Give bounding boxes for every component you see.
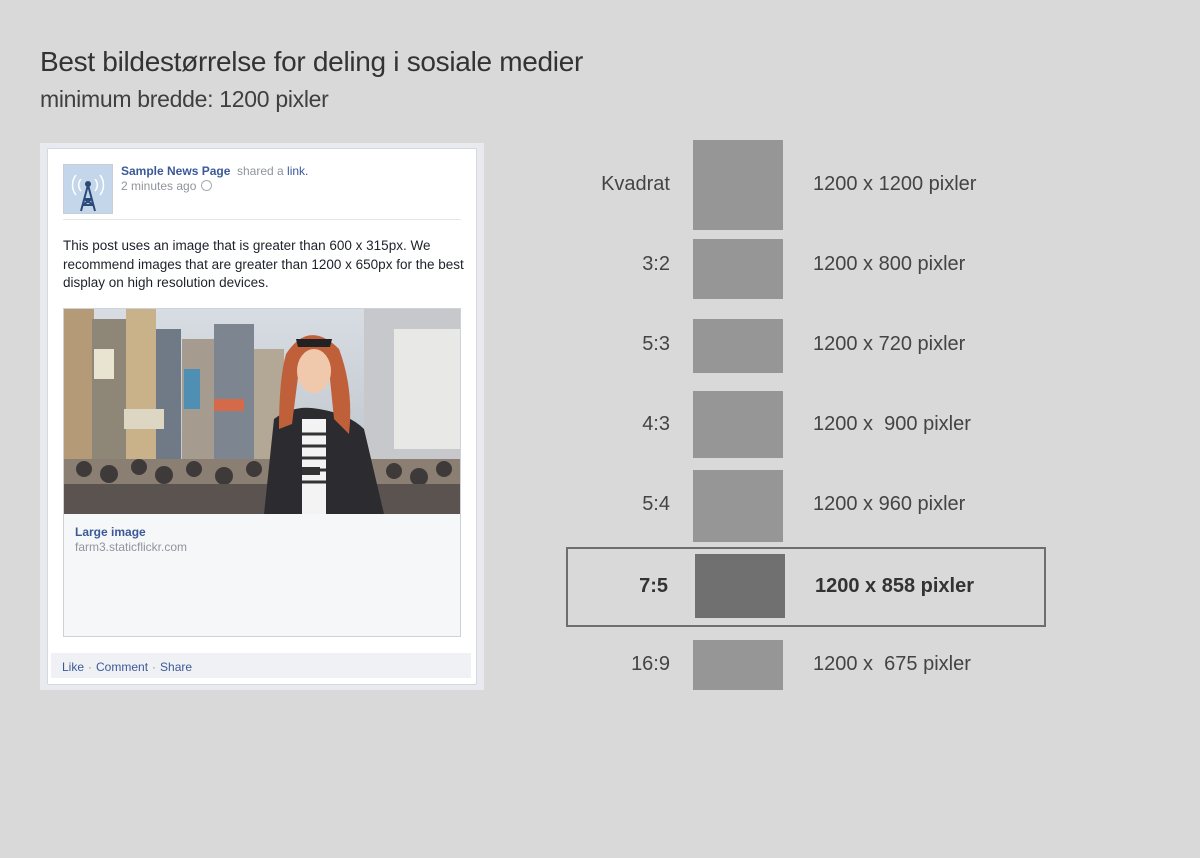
ratio-box <box>693 640 783 690</box>
ratio-row-7-5: 7:5 1200 x 858 pixler <box>566 547 1046 627</box>
attachment-title[interactable]: Large image <box>75 525 146 539</box>
facebook-post-preview: Sample News Page shared a link. 2 minute… <box>40 143 484 690</box>
size-label: 1200 x 960 pixler <box>813 493 966 515</box>
share-link[interactable]: Share <box>160 660 192 674</box>
ratio-label: 7:5 <box>639 575 668 597</box>
ratio-label: 16:9 <box>631 653 670 675</box>
ratio-box <box>693 319 783 373</box>
link-attachment[interactable]: Large image farm3.staticflickr.com <box>63 308 461 637</box>
comment-link[interactable]: Comment <box>96 660 148 674</box>
ratio-box <box>693 140 783 230</box>
ratio-row-5-3: 5:3 1200 x 720 pixler <box>566 305 1046 385</box>
divider <box>63 219 461 220</box>
post-body: This post uses an image that is greater … <box>63 238 464 290</box>
shared-text: shared a link. <box>237 164 308 178</box>
size-label: 1200 x 1200 pixler <box>813 173 977 195</box>
page-title: Best bildestørrelse for deling i sosiale… <box>40 46 584 77</box>
ratio-label: 5:4 <box>642 493 670 515</box>
action-bar: Like · Comment · Share <box>51 653 471 678</box>
ratio-box <box>693 391 783 458</box>
size-label: 1200 x 858 pixler <box>815 575 975 597</box>
like-link[interactable]: Like <box>62 660 84 674</box>
ratio-box <box>693 470 783 542</box>
ratio-box <box>693 239 783 299</box>
ratio-row-16-9: 16:9 1200 x 675 pixler <box>566 625 1046 705</box>
post-card: Sample News Page shared a link. 2 minute… <box>47 148 477 685</box>
size-label: 1200 x 900 pixler <box>813 413 971 435</box>
separator: · <box>152 660 157 674</box>
timestamp-label[interactable]: 2 minutes ago <box>121 179 196 193</box>
radio-tower-icon <box>64 165 112 213</box>
ratio-label: Kvadrat <box>601 173 670 195</box>
post-timestamp: 2 minutes ago <box>121 179 213 193</box>
size-label: 1200 x 675 pixler <box>813 653 971 675</box>
link-label[interactable]: link. <box>287 164 308 178</box>
page-avatar[interactable] <box>63 164 113 214</box>
ratio-label: 5:3 <box>642 333 670 355</box>
ratio-label: 4:3 <box>642 413 670 435</box>
ratio-row-4-3: 4:3 1200 x 900 pixler <box>566 385 1046 465</box>
globe-icon <box>201 180 213 191</box>
ratio-box <box>695 554 785 618</box>
page-name-link[interactable]: Sample News Page <box>121 164 230 178</box>
page-subtitle: minimum bredde: 1200 pixler <box>40 86 329 112</box>
ratio-row-square: Kvadrat 1200 x 1200 pixler <box>566 140 1046 230</box>
separator: · <box>88 660 93 674</box>
shared-label: shared a <box>237 164 284 178</box>
ratio-row-3-2: 3:2 1200 x 800 pixler <box>566 225 1046 305</box>
ratio-row-5-4: 5:4 1200 x 960 pixler <box>566 465 1046 545</box>
size-label: 1200 x 720 pixler <box>813 333 966 355</box>
attachment-domain: farm3.staticflickr.com <box>75 540 188 554</box>
size-label: 1200 x 800 pixler <box>813 253 966 275</box>
ratio-label: 3:2 <box>642 253 670 275</box>
attachment-photo[interactable] <box>64 309 460 514</box>
